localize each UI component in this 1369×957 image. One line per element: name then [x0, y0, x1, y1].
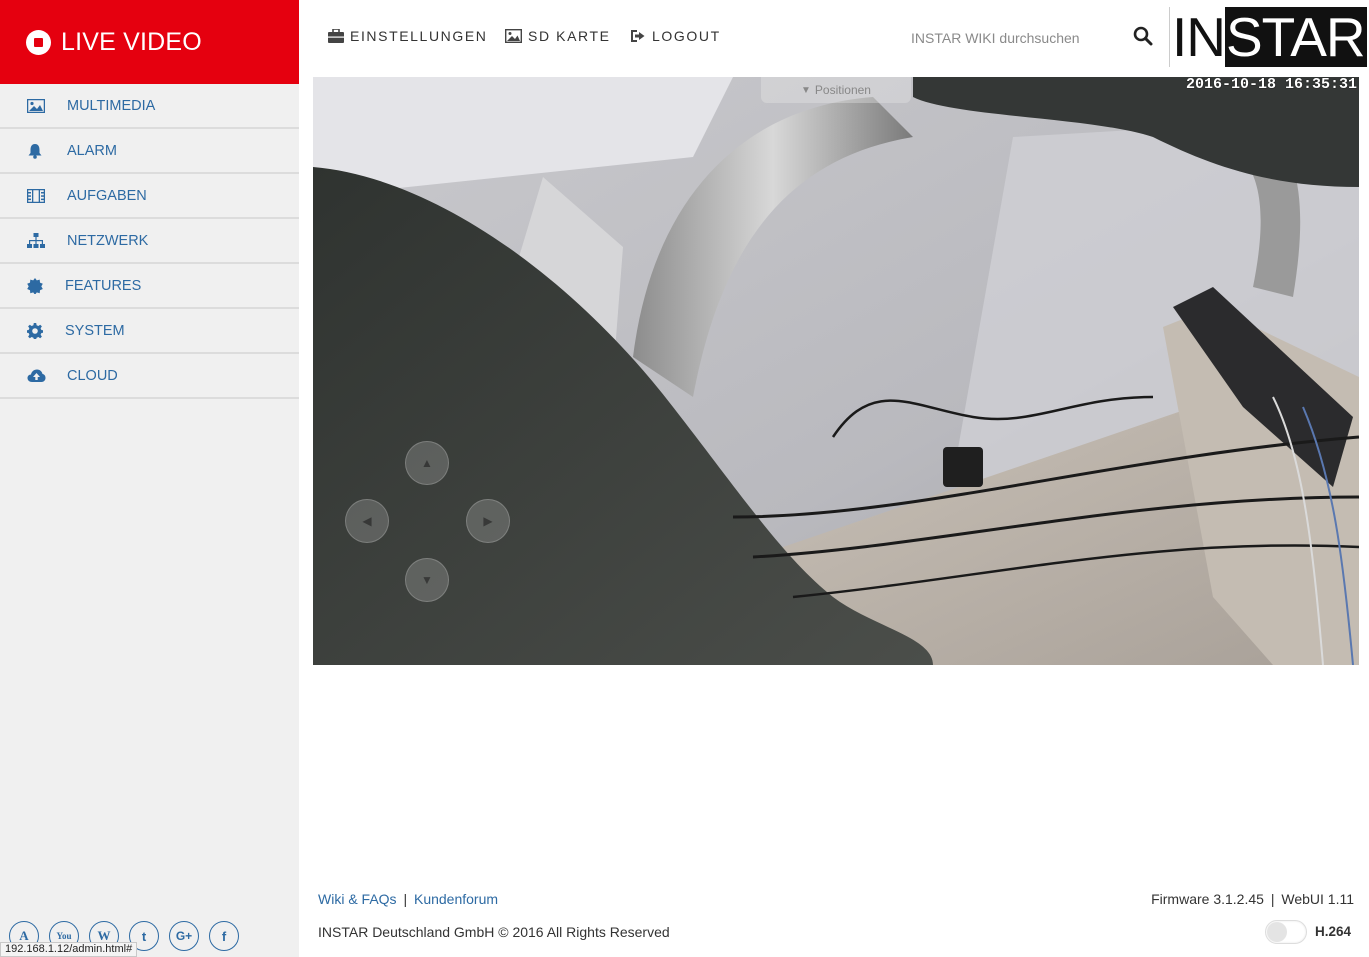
- live-video-label: LIVE VIDEO: [61, 27, 202, 56]
- codec-label: H.264: [1315, 924, 1352, 939]
- version-info: Firmware 3.1.2.45 | WebUI 1.11: [1151, 891, 1354, 907]
- toggle-knob: [1267, 922, 1287, 942]
- sidebar-item-label: SYSTEM: [65, 322, 125, 339]
- webui-version: WebUI 1.11: [1281, 891, 1354, 907]
- sidebar-item-label: MULTIMEDIA: [67, 97, 156, 114]
- live-video-button[interactable]: LIVE VIDEO: [0, 0, 299, 84]
- version-separator: |: [1270, 891, 1275, 907]
- cloud-upload-icon: [27, 369, 67, 383]
- logout-label: LOGOUT: [652, 28, 721, 44]
- sidebar-item-netzwerk[interactable]: NETZWERK: [0, 219, 299, 264]
- logo-text-part1: IN: [1169, 7, 1226, 67]
- wiki-faq-link[interactable]: Wiki & FAQs: [318, 891, 397, 907]
- facebook-icon[interactable]: f: [209, 921, 239, 951]
- codec-toggle[interactable]: [1265, 920, 1307, 944]
- ptz-left-button[interactable]: ◀: [345, 499, 389, 543]
- sidebar: LIVE VIDEO MULTIMEDIA ALARM AUFGABEN NET…: [0, 0, 299, 957]
- logout-button[interactable]: LOGOUT: [630, 28, 721, 44]
- sidebar-item-multimedia[interactable]: MULTIMEDIA: [0, 84, 299, 129]
- image-icon: [27, 98, 67, 113]
- sidebar-item-label: FEATURES: [65, 277, 142, 294]
- chevron-down-icon: ▼: [801, 84, 811, 96]
- browser-status-url: 192.168.1.12/admin.html#: [0, 942, 138, 957]
- sitemap-icon: [27, 232, 67, 249]
- sidebar-item-cloud[interactable]: CLOUD: [0, 354, 299, 399]
- instar-logo[interactable]: IN STAR: [1169, 7, 1367, 67]
- positions-dropdown[interactable]: ▼ Positionen: [761, 77, 911, 103]
- settings-label: EINSTELLUNGEN: [350, 28, 488, 44]
- sidebar-item-label: ALARM: [67, 142, 117, 159]
- sidebar-item-aufgaben[interactable]: AUFGABEN: [0, 174, 299, 219]
- arrow-left-icon: ◀: [362, 514, 372, 528]
- live-video-stream[interactable]: 2016-10-18 16:35:31 ▼ Positionen ▲ ◀ ▶ ▼: [313, 77, 1359, 665]
- film-icon: [27, 188, 67, 203]
- footer-links: Wiki & FAQs | Kundenforum: [318, 891, 498, 907]
- briefcase-icon: [328, 29, 344, 43]
- top-navigation: EINSTELLUNGEN SD KARTE LOGOUT IN STAR: [299, 0, 1369, 77]
- image-icon: [505, 29, 522, 43]
- google-plus-icon[interactable]: G+: [169, 921, 199, 951]
- gear-icon: [27, 322, 65, 339]
- certificate-icon: [27, 277, 65, 294]
- logo-text-part2: STAR: [1225, 6, 1367, 68]
- sidebar-item-features[interactable]: FEATURES: [0, 264, 299, 309]
- arrow-down-icon: ▼: [421, 573, 433, 587]
- sdcard-label: SD KARTE: [528, 28, 611, 44]
- arrow-up-icon: ▲: [421, 456, 433, 470]
- settings-menu[interactable]: EINSTELLUNGEN: [328, 28, 488, 44]
- search-icon[interactable]: [1133, 26, 1153, 51]
- footer-separator: |: [403, 891, 408, 907]
- sdcard-menu[interactable]: SD KARTE: [505, 28, 611, 44]
- sidebar-item-alarm[interactable]: ALARM: [0, 129, 299, 174]
- arrow-right-icon: ▶: [483, 514, 493, 528]
- camera-image: [313, 77, 1359, 665]
- firmware-version: Firmware 3.1.2.45: [1151, 891, 1264, 907]
- video-timestamp: 2016-10-18 16:35:31: [1185, 77, 1357, 93]
- copyright-text: INSTAR Deutschland GmbH © 2016 All Right…: [318, 924, 670, 940]
- ptz-right-button[interactable]: ▶: [466, 499, 510, 543]
- ptz-down-button[interactable]: ▼: [405, 558, 449, 602]
- forum-link[interactable]: Kundenforum: [414, 891, 498, 907]
- bell-icon: [27, 143, 67, 159]
- wiki-search-input[interactable]: [909, 27, 1119, 49]
- ptz-up-button[interactable]: ▲: [405, 441, 449, 485]
- positions-label: Positionen: [814, 83, 871, 97]
- sidebar-item-label: CLOUD: [67, 367, 118, 384]
- sidebar-item-system[interactable]: SYSTEM: [0, 309, 299, 354]
- sign-out-icon: [631, 30, 645, 42]
- sidebar-item-label: NETZWERK: [67, 232, 149, 249]
- sidebar-item-label: AUFGABEN: [67, 187, 147, 204]
- record-icon: [26, 29, 51, 55]
